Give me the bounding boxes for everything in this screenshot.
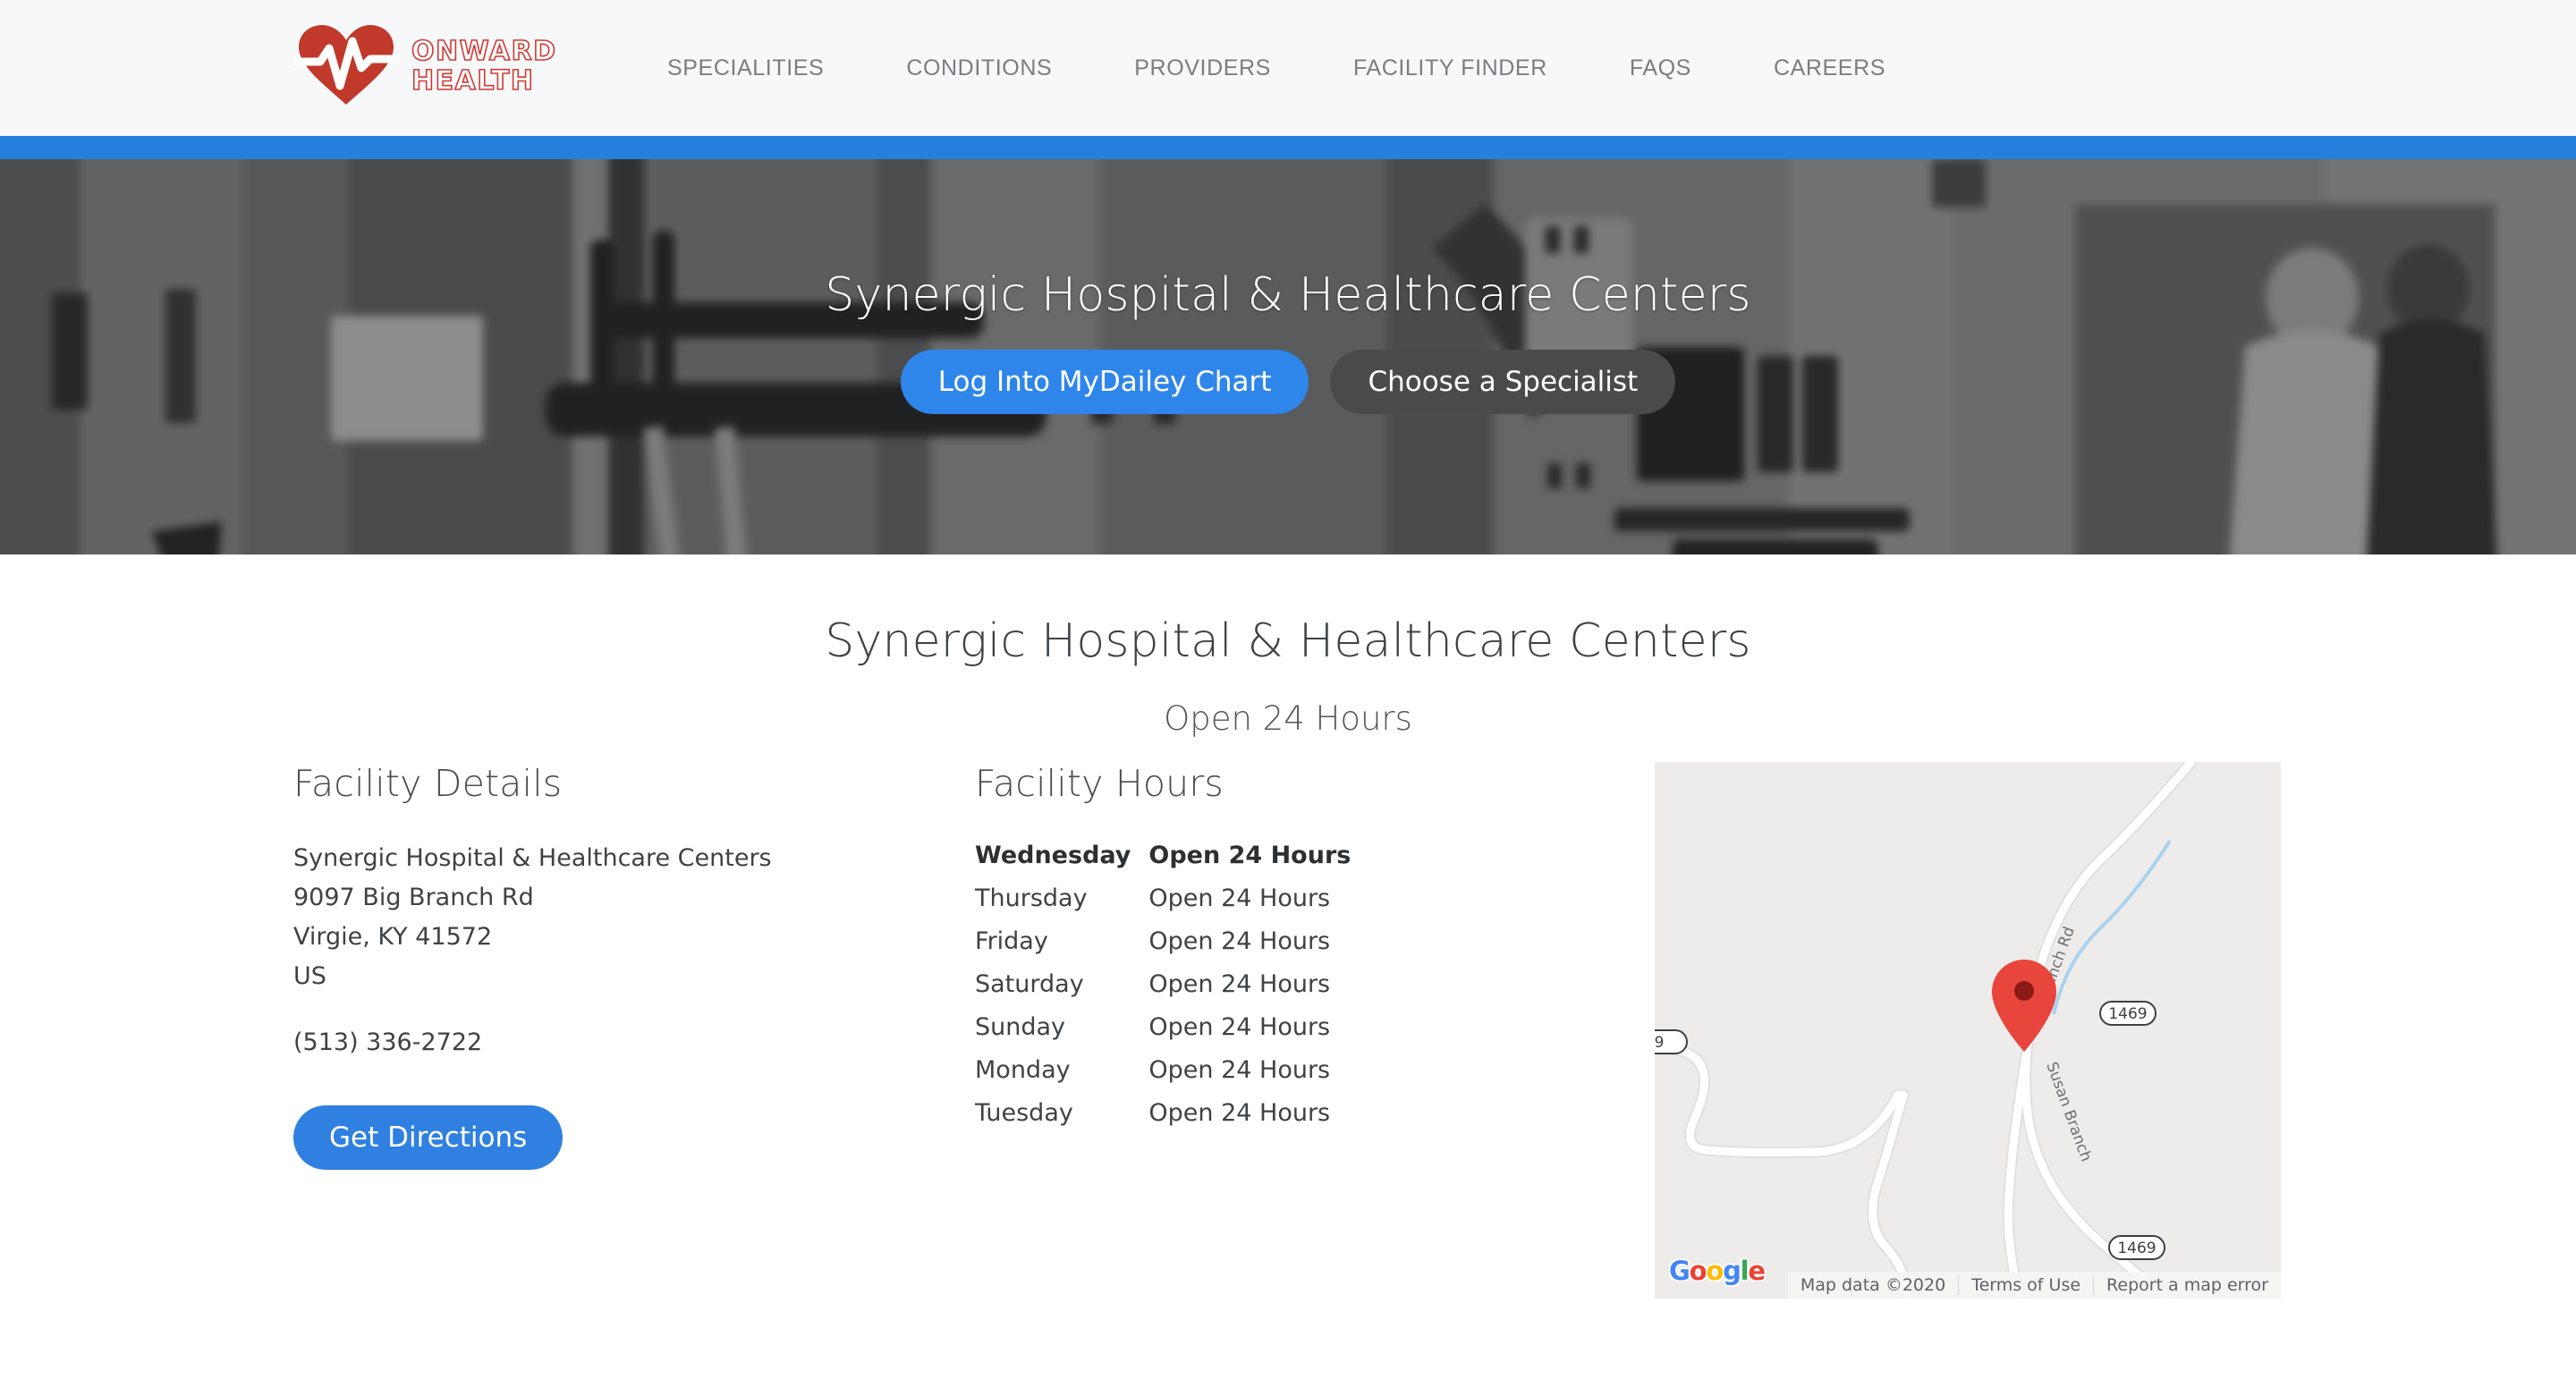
main-nav: SPECIALITIES CONDITIONS PROVIDERS FACILI…: [626, 0, 1927, 136]
facility-details-heading: Facility Details: [293, 762, 563, 805]
svg-text:9: 9: [1655, 1034, 1664, 1052]
header-accent-bar: [0, 136, 2576, 159]
route-shield-1469-lower: 1469: [2108, 1235, 2165, 1260]
google-logo-letter-6: e: [1748, 1256, 1766, 1286]
google-logo-letter-4: g: [1723, 1256, 1741, 1286]
nav-item-conditions[interactable]: CONDITIONS: [865, 55, 1093, 81]
nav-item-faqs[interactable]: FAQS: [1589, 55, 1733, 81]
facility-hours-table: Wednesday Open 24 Hours Thursday Open 24…: [975, 841, 1351, 1141]
hours-value: Open 24 Hours: [1148, 1099, 1331, 1127]
table-row: Sunday Open 24 Hours: [975, 1012, 1351, 1055]
hours-value: Open 24 Hours: [1148, 970, 1331, 998]
hours-value: Open 24 Hours: [1148, 927, 1331, 955]
google-logo-letter-3: o: [1706, 1256, 1724, 1286]
site-logo[interactable]: ONWARD HEALTH: [293, 21, 557, 107]
table-row: Thursday Open 24 Hours: [975, 884, 1351, 927]
location-map[interactable]: Big Branch Rd Susan Branch 1469 1469 9 G…: [1655, 762, 2281, 1299]
choose-a-specialist-button[interactable]: Choose a Specialist: [1330, 350, 1676, 415]
logo-line-1: ONWARD: [411, 35, 557, 67]
hours-day: Wednesday: [975, 842, 1131, 869]
nav-item-providers[interactable]: PROVIDERS: [1093, 55, 1312, 81]
nav-item-careers[interactable]: CAREERS: [1733, 55, 1927, 81]
google-logo: Google: [1669, 1256, 1766, 1286]
facility-country: US: [293, 962, 326, 990]
google-logo-letter-1: G: [1669, 1256, 1690, 1286]
hours-day: Friday: [975, 927, 1048, 955]
hours-value: Open 24 Hours: [1148, 1056, 1331, 1084]
report-map-error-link[interactable]: Report a map error: [2093, 1275, 2281, 1295]
terms-of-use-link[interactable]: Terms of Use: [1958, 1275, 2093, 1295]
table-row: Monday Open 24 Hours: [975, 1055, 1351, 1098]
heart-pulse-icon: [293, 21, 399, 107]
nav-item-specialities[interactable]: SPECIALITIES: [626, 55, 865, 81]
facility-street: 9097 Big Branch Rd: [293, 884, 534, 911]
hours-day: Sunday: [975, 1013, 1066, 1041]
map-data-copyright: Map data ©2020: [1800, 1275, 1946, 1295]
facility-details-section: Facility Details Synergic Hospital & Hea…: [293, 762, 919, 1171]
hero-banner: Synergic Hospital & Healthcare Centers L…: [0, 159, 2576, 554]
hours-value: Open 24 Hours: [1148, 884, 1331, 912]
table-row: Friday Open 24 Hours: [975, 927, 1351, 969]
address-spacer: [293, 996, 919, 1023]
table-row: Wednesday Open 24 Hours: [975, 841, 1351, 884]
route-shield-1469-upper: 1469: [2099, 1001, 2157, 1026]
site-header: ONWARD HEALTH SPECIALITIES CONDITIONS PR…: [0, 0, 2576, 136]
facility-city-state: Virgie, KY 41572: [293, 923, 493, 951]
hours-value: Open 24 Hours: [1148, 1013, 1331, 1041]
logo-line-2: HEALTH: [411, 64, 535, 97]
page-subtitle: Open 24 Hours: [1164, 699, 1412, 738]
svg-text:1469: 1469: [2117, 1240, 2156, 1257]
google-logo-letter-2: o: [1689, 1256, 1707, 1286]
facility-phone[interactable]: (513) 336-2722: [293, 1023, 919, 1062]
page-title: Synergic Hospital & Healthcare Centers: [825, 614, 1751, 668]
nav-item-facility-finder[interactable]: FACILITY FINDER: [1312, 55, 1589, 81]
facility-name: Synergic Hospital & Healthcare Centers: [293, 844, 772, 872]
get-directions-button[interactable]: Get Directions: [293, 1105, 564, 1171]
hero-title: Synergic Hospital & Healthcare Centers: [825, 268, 1751, 322]
hero-actions: Log Into MyDailey Chart Choose a Special…: [900, 350, 1676, 415]
hours-value: Open 24 Hours: [1148, 842, 1352, 869]
route-shield-partial: 9: [1655, 1029, 1688, 1054]
hours-day: Monday: [975, 1056, 1071, 1084]
logo-wordmark: ONWARD HEALTH: [411, 35, 557, 95]
log-into-mydailey-chart-button[interactable]: Log Into MyDailey Chart: [900, 350, 1309, 415]
hours-day: Saturday: [975, 970, 1084, 998]
hours-day: Thursday: [975, 884, 1088, 912]
table-row: Tuesday Open 24 Hours: [975, 1098, 1351, 1141]
facility-hours-heading: Facility Hours: [975, 762, 1224, 805]
hours-day: Tuesday: [975, 1099, 1073, 1127]
table-row: Saturday Open 24 Hours: [975, 969, 1351, 1012]
map-attribution: Map data ©2020 Terms of Use Report a map…: [1787, 1272, 2281, 1299]
facility-hours-section: Facility Hours Wednesday Open 24 Hours T…: [975, 762, 1619, 1141]
svg-text:1469: 1469: [2108, 1005, 2147, 1023]
